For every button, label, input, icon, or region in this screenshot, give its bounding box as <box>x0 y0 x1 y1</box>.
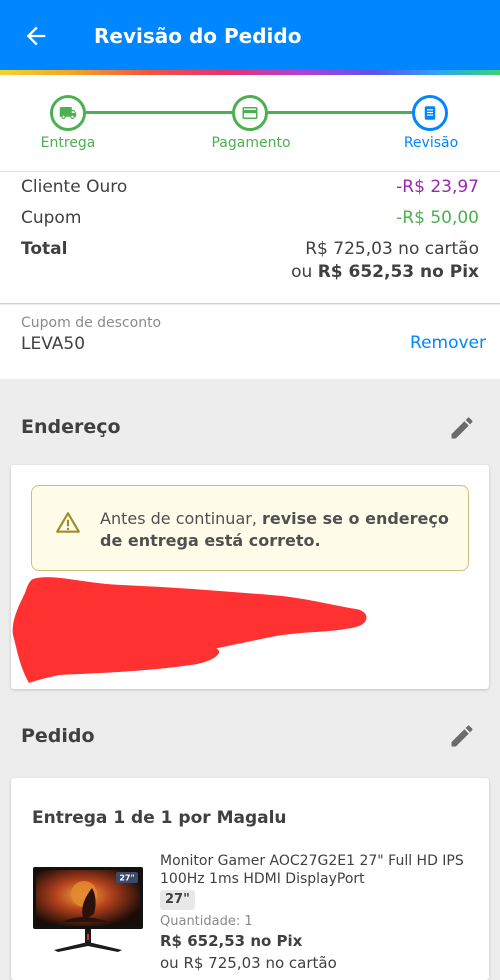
step-label-review: Revisão <box>403 135 459 151</box>
coupon-section: Cupom de desconto LEVA50 Remover <box>0 305 500 379</box>
step-payment[interactable] <box>232 95 268 131</box>
app-bar: Revisão do Pedido <box>0 0 500 72</box>
document-icon <box>424 106 436 120</box>
credit-card-icon <box>242 107 258 119</box>
order-summary: Cliente Ouro -R$ 23,97 Cupom -R$ 50,00 T… <box>0 172 500 304</box>
summary-value: -R$ 50,00 <box>396 208 479 228</box>
shipment-title: Entrega 1 de 1 por Magalu <box>32 808 287 828</box>
edit-order-icon[interactable] <box>448 722 476 750</box>
thumb-size-badge: 27" <box>119 874 134 883</box>
quantity-value: 1 <box>244 914 253 929</box>
product-image[interactable]: 27" <box>32 866 144 956</box>
price-card: ou R$ 725,03 no cartão <box>160 954 337 972</box>
total-card-value: R$ 725,03 no cartão <box>305 239 479 259</box>
total-pix-value: R$ 652,53 no Pix <box>317 262 479 282</box>
product-name[interactable]: Monitor Gamer AOC27G2E1 27" Full HD IPS … <box>160 852 480 888</box>
address-section-title: Endereço <box>21 416 121 438</box>
order-card: Entrega 1 de 1 por Magalu 27" Monitor Ga… <box>11 778 489 980</box>
step-review[interactable] <box>412 95 448 131</box>
step-connector <box>268 111 414 114</box>
arrow-left-icon[interactable] <box>22 22 50 50</box>
size-badge: 27" <box>160 890 195 910</box>
checkout-stepper: Entrega Pagamento Revisão <box>0 75 500 172</box>
total-pix-prefix: ou <box>291 262 313 282</box>
total-pix: ou R$ 652,53 no Pix <box>291 262 479 282</box>
address-warning-text: Antes de continuar, revise se o endereço… <box>100 508 450 552</box>
summary-value: -R$ 23,97 <box>396 177 479 197</box>
price-pix: R$ 652,53 no Pix <box>160 932 303 950</box>
step-connector <box>86 111 234 114</box>
address-card: Antes de continuar, revise se o endereço… <box>11 465 489 689</box>
coupon-code: LEVA50 <box>21 334 86 354</box>
order-section-title: Pedido <box>21 725 95 747</box>
redacted-address <box>12 577 367 683</box>
coupon-label: Cupom de desconto <box>21 315 162 331</box>
page-title: Revisão do Pedido <box>94 24 302 48</box>
step-label-delivery: Entrega <box>40 135 96 151</box>
step-delivery[interactable] <box>50 95 86 131</box>
edit-address-icon[interactable] <box>448 414 476 442</box>
warning-icon <box>56 512 80 533</box>
total-label: Total <box>21 239 68 259</box>
step-label-payment: Pagamento <box>211 135 291 151</box>
summary-label: Cupom <box>21 208 82 228</box>
quantity-label: Quantidade: <box>160 914 241 929</box>
address-warning-alert: Antes de continuar, revise se o endereço… <box>31 485 469 571</box>
remove-coupon-button[interactable]: Remover <box>410 333 486 353</box>
alert-text: Antes de continuar, <box>100 509 257 528</box>
truck-icon <box>59 107 77 119</box>
quantity: Quantidade: 1 <box>160 914 253 929</box>
summary-label: Cliente Ouro <box>21 177 128 197</box>
